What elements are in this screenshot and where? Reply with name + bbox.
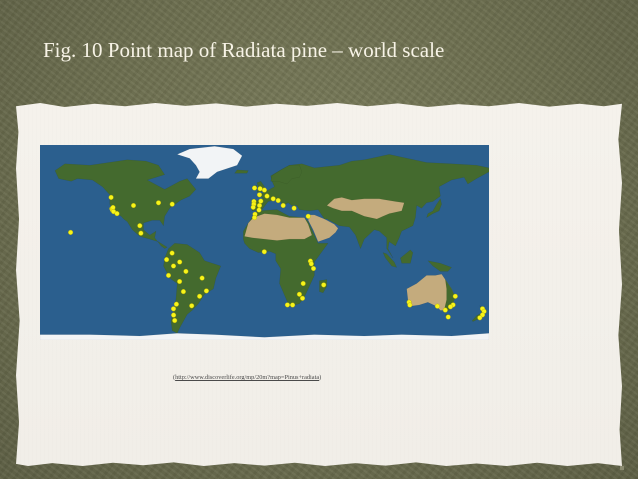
occurrence-point: [442, 307, 448, 313]
occurrence-point: [321, 282, 327, 288]
iceland-landmass: [234, 169, 249, 174]
occurrence-point: [165, 272, 171, 278]
world-point-map: [40, 145, 489, 340]
world-map-svg: [40, 145, 489, 340]
occurrence-point: [177, 278, 183, 284]
occurrence-point: [170, 306, 176, 312]
occurrence-point: [183, 268, 189, 274]
occurrence-point: [130, 203, 136, 209]
occurrence-point: [258, 198, 264, 204]
occurrence-point: [448, 304, 454, 310]
occurrence-point: [452, 293, 458, 299]
occurrence-point: [261, 249, 267, 255]
occurrence-point: [173, 301, 179, 307]
occurrence-point: [300, 280, 306, 286]
occurrence-point: [170, 263, 176, 269]
occurrence-point: [250, 204, 256, 210]
occurrence-point: [445, 314, 451, 320]
occurrence-point: [172, 317, 178, 323]
occurrence-point: [280, 203, 286, 209]
caption-paren-close: ): [319, 374, 322, 381]
occurrence-point: [284, 302, 290, 308]
occurrence-point: [177, 259, 183, 265]
occurrence-point: [155, 200, 161, 206]
slide-title: Fig. 10 Point map of Radiata pine – worl…: [43, 38, 445, 62]
occurrence-point: [257, 186, 263, 192]
occurrence-point: [296, 291, 302, 297]
source-caption: (http://www.discoverlife.org/mp/20m?map=…: [173, 374, 321, 381]
occurrence-point: [251, 185, 257, 191]
occurrence-point: [110, 205, 116, 211]
occurrence-point: [197, 293, 203, 299]
occurrence-point: [311, 265, 317, 271]
occurrence-point: [189, 303, 195, 309]
occurrence-point: [300, 295, 306, 301]
occurrence-point: [169, 201, 175, 207]
occurrence-point: [114, 211, 120, 217]
occurrence-point: [108, 194, 114, 200]
occurrence-point: [305, 213, 311, 219]
occurrence-point: [203, 288, 209, 294]
occurrence-point: [261, 187, 267, 193]
occurrence-point: [199, 275, 205, 281]
occurrence-point: [291, 205, 297, 211]
occurrence-point: [308, 261, 314, 267]
occurrence-point: [256, 192, 262, 198]
occurrence-point: [138, 230, 144, 236]
occurrence-point: [264, 193, 270, 199]
source-link[interactable]: http://www.discoverlife.org/mp/20m?map=P…: [175, 374, 319, 381]
slide-background: Fig. 10 Point map of Radiata pine – worl…: [0, 0, 638, 479]
occurrence-point: [171, 312, 177, 318]
occurrence-point: [290, 302, 296, 308]
occurrence-point: [164, 257, 170, 263]
occurrence-point: [434, 303, 440, 309]
occurrence-point: [477, 315, 483, 321]
occurrence-point: [169, 250, 175, 256]
occurrence-point: [256, 207, 262, 213]
slide-corner-mark: [620, 466, 624, 470]
occurrence-point: [137, 223, 143, 229]
occurrence-point: [256, 203, 262, 209]
occurrence-point: [407, 302, 413, 308]
occurrence-point: [270, 196, 276, 202]
occurrence-point: [251, 215, 257, 221]
occurrence-point: [180, 289, 186, 295]
occurrence-point: [68, 229, 74, 235]
occurrence-point: [275, 198, 281, 204]
